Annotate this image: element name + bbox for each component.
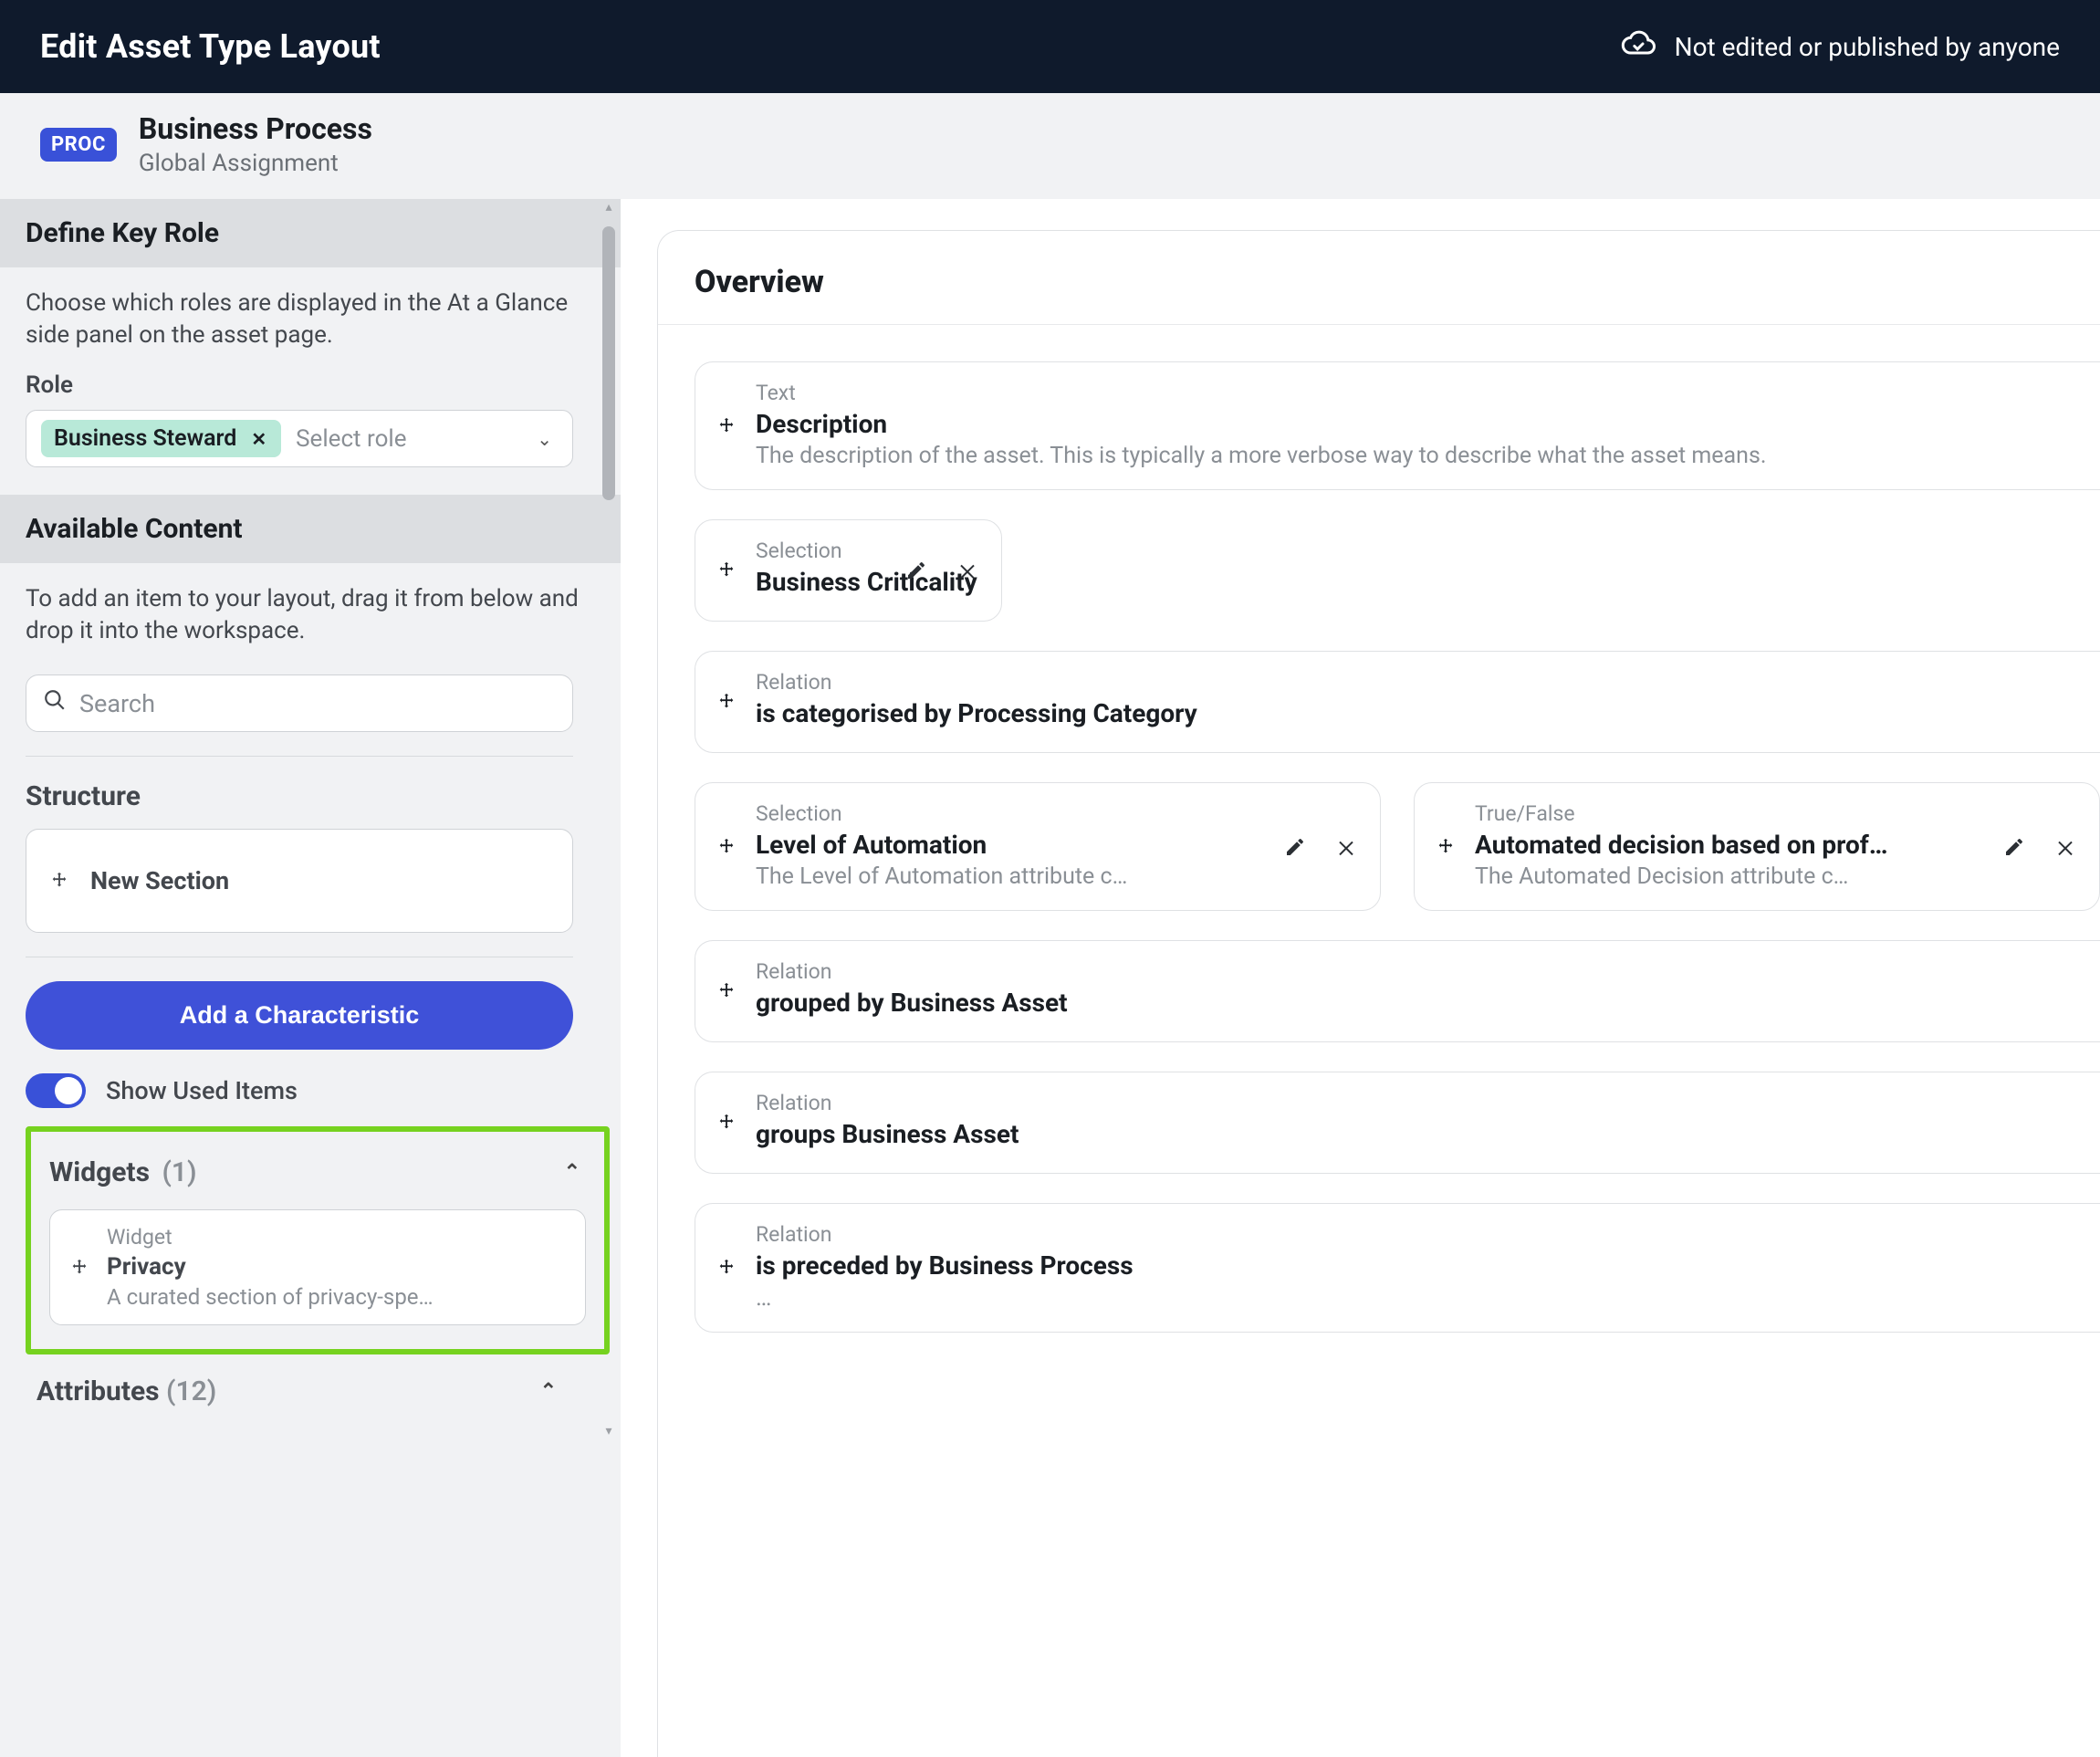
edit-icon[interactable]: [903, 557, 930, 584]
sidebar: Define Key Role Choose which roles are d…: [0, 199, 621, 1757]
scroll-down-icon[interactable]: ▾: [601, 1423, 617, 1439]
asset-header: PROC Business Process Global Assignment: [0, 93, 2100, 199]
field-name: Level of Automation: [756, 830, 1356, 860]
widgets-heading: Widgets: [49, 1156, 150, 1188]
close-icon[interactable]: [1332, 833, 1360, 861]
new-section-card[interactable]: New Section: [26, 829, 573, 933]
field-kicker: Relation: [756, 959, 2076, 984]
layout-row: Relation is categorised by Processing Cat…: [695, 651, 2100, 753]
tab-overview-heading: Overview: [695, 264, 2100, 300]
layout-field[interactable]: Text Description The description of the as…: [695, 361, 2100, 490]
remove-chip-icon[interactable]: ✕: [246, 426, 272, 452]
move-icon[interactable]: [48, 870, 70, 892]
publish-status-text: Not edited or published by anyone: [1675, 32, 2060, 62]
chevron-up-icon[interactable]: ⌃: [535, 1375, 562, 1408]
move-icon[interactable]: [716, 980, 737, 1002]
move-icon[interactable]: [716, 1112, 737, 1134]
layout-field[interactable]: Relation is preceded by Business Process …: [695, 1203, 2100, 1333]
define-key-role-description: Choose which roles are displayed in the …: [26, 288, 595, 351]
field-kicker: Relation: [756, 670, 2076, 695]
layout-field[interactable]: Relation grouped by Business Asset: [695, 940, 2100, 1042]
layout-canvas: Overview Text Description The description …: [621, 199, 2100, 1757]
close-icon[interactable]: [2052, 833, 2079, 861]
layout-field[interactable]: Selection Level of Automation The Level of…: [695, 782, 1381, 911]
role-chip: Business Steward ✕: [41, 420, 281, 457]
field-kicker: Selection: [756, 801, 1356, 826]
layout-row: SelectionBusiness Criticality: [695, 519, 2100, 622]
role-select[interactable]: Business Steward ✕ Select role ⌄: [26, 410, 573, 467]
widget-card-privacy[interactable]: Widget Privacy A curated section of priv…: [49, 1209, 586, 1325]
page-title: Edit Asset Type Layout: [40, 27, 381, 66]
widgets-group-highlight: Widgets (1) ⌃ Widget Privacy A curated s…: [26, 1126, 610, 1354]
widget-kicker: Widget: [107, 1225, 434, 1250]
widgets-group-header[interactable]: Widgets (1) ⌃: [49, 1156, 586, 1189]
asset-type-badge: PROC: [40, 128, 117, 162]
topbar: Edit Asset Type Layout Not edited or pub…: [0, 0, 2100, 93]
field-name: grouped by Business Asset: [756, 988, 2076, 1018]
attributes-heading: Attributes: [37, 1375, 160, 1407]
move-icon[interactable]: [1435, 836, 1457, 858]
chevron-up-icon[interactable]: ⌃: [559, 1156, 586, 1189]
field-name: Description: [756, 409, 2076, 439]
role-chip-label: Business Steward: [54, 425, 236, 452]
field-desc: The Level of Automation attribute c…: [756, 863, 1356, 890]
field-desc: The description of the asset. This is ty…: [756, 443, 2076, 469]
divider: [658, 324, 2100, 325]
cloud-icon: [1620, 26, 1656, 68]
divider: [26, 756, 573, 757]
field-kicker: Text: [756, 381, 2076, 405]
section-heading-define-key-role: Define Key Role: [0, 199, 621, 267]
new-section-label: New Section: [90, 866, 229, 895]
move-icon[interactable]: [716, 691, 737, 713]
layout-row: Text Description The description of the as…: [695, 361, 2100, 490]
field-kicker: Relation: [756, 1222, 2076, 1247]
field-kicker: True/False: [1475, 801, 2075, 826]
move-icon[interactable]: [716, 836, 737, 858]
search-placeholder: Search: [79, 689, 155, 718]
section-heading-available-content: Available Content: [0, 495, 621, 563]
field-name: is categorised by Processing Category: [756, 698, 2076, 728]
available-content-description: To add an item to your layout, drag it f…: [26, 583, 595, 647]
field-name: groups Business Asset: [756, 1119, 2076, 1149]
move-icon[interactable]: [716, 1257, 737, 1279]
show-used-items-toggle[interactable]: [26, 1073, 86, 1108]
move-icon[interactable]: [716, 560, 737, 581]
publish-status: Not edited or published by anyone: [1620, 26, 2060, 68]
field-kicker: Relation: [756, 1091, 2076, 1115]
search-icon: [43, 688, 67, 718]
layout-row: Relation grouped by Business Asset: [695, 940, 2100, 1042]
layout-field[interactable]: True/False Automated decision based on pr…: [1414, 782, 2100, 911]
widget-name: Privacy: [107, 1253, 434, 1281]
layout-row: Relation is preceded by Business Process …: [695, 1203, 2100, 1333]
sidebar-scrollbar[interactable]: ▴ ▾: [601, 199, 617, 1439]
move-icon[interactable]: [716, 415, 737, 437]
field-name: is preceded by Business Process: [756, 1250, 2076, 1281]
layout-row: Selection Level of Automation The Level of…: [695, 782, 2100, 911]
layout-row: Relation groups Business Asset: [695, 1072, 2100, 1174]
asset-subtitle: Global Assignment: [139, 150, 372, 177]
move-icon[interactable]: [68, 1257, 90, 1279]
widget-desc: A curated section of privacy-spe…: [107, 1284, 434, 1310]
role-label: Role: [26, 371, 595, 399]
structure-heading: Structure: [26, 780, 595, 812]
search-input[interactable]: Search: [26, 675, 573, 732]
layout-field[interactable]: Relation is categorised by Processing Cat…: [695, 651, 2100, 753]
field-name: Automated decision based on prof…: [1475, 830, 2075, 860]
layout-field[interactable]: Relation groups Business Asset: [695, 1072, 2100, 1174]
edit-icon[interactable]: [2001, 833, 2028, 861]
chevron-down-icon[interactable]: ⌄: [531, 424, 558, 454]
edit-icon[interactable]: [1281, 833, 1309, 861]
widgets-count: (1): [162, 1156, 196, 1188]
close-icon[interactable]: [954, 557, 981, 584]
attributes-group-header[interactable]: Attributes (12) ⌃: [26, 1354, 573, 1412]
asset-title: Business Process: [139, 111, 372, 146]
ellipsis-icon: …: [756, 1284, 2076, 1312]
add-characteristic-button[interactable]: Add a Characteristic: [26, 981, 573, 1050]
attributes-count: (12): [166, 1375, 216, 1407]
role-select-placeholder: Select role: [296, 425, 517, 453]
show-used-items-label: Show Used Items: [106, 1076, 298, 1105]
scrollbar-thumb[interactable]: [602, 226, 615, 500]
field-desc: The Automated Decision attribute c…: [1475, 863, 2075, 890]
layout-field[interactable]: SelectionBusiness Criticality: [695, 519, 1002, 622]
